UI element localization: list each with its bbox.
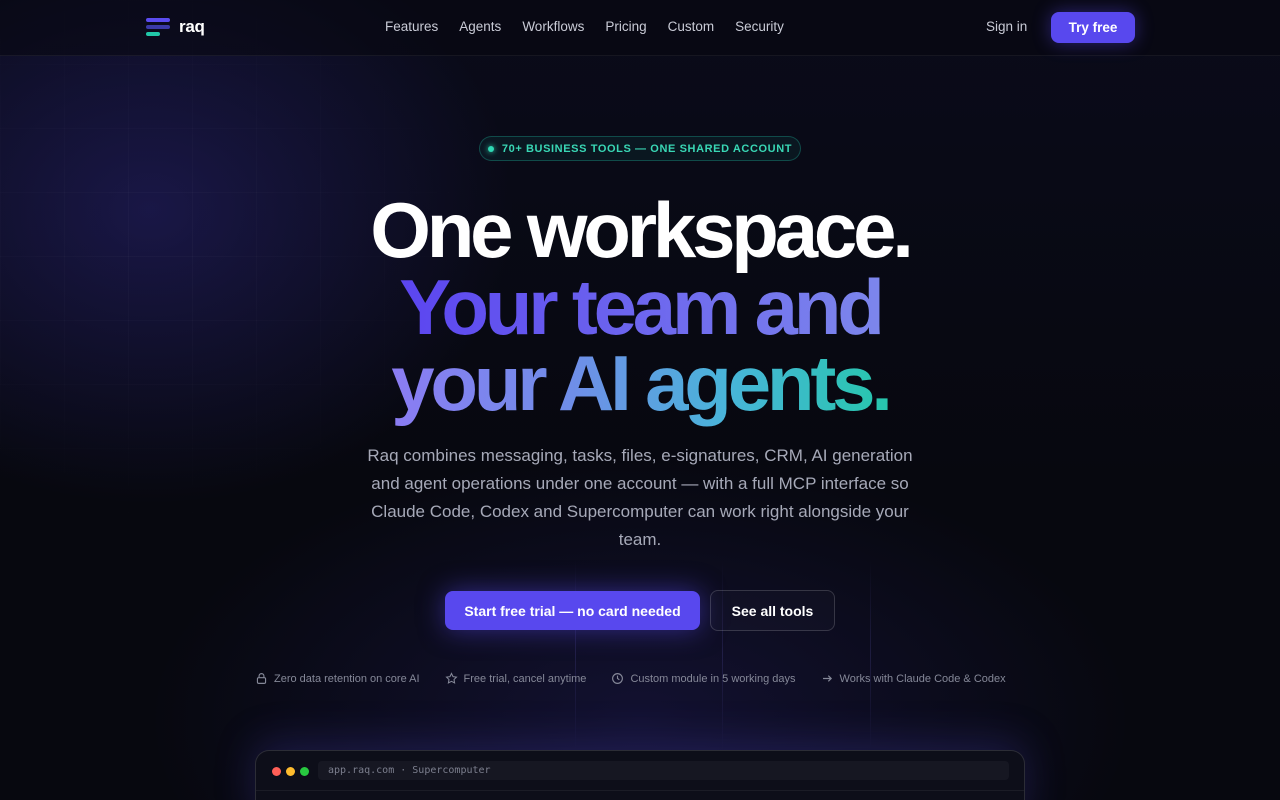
feature-label: Zero data retention on core AI [274,672,420,685]
feature-item: Custom module in 5 working days [611,672,796,685]
nav-link-security[interactable]: Security [735,19,784,34]
maximize-dot-icon [300,767,309,776]
hero-description: Raq combines messaging, tasks, files, e-… [367,446,913,549]
feature-item: Zero data retention on core AI [255,672,420,685]
nav-link-features[interactable]: Features [385,19,438,34]
feature-item: Works with Claude Code & Codex [821,672,1006,685]
headline-line-2: Your team and [0,268,1280,346]
feature-label: Works with Claude Code & Codex [839,672,1006,685]
minimize-dot-icon [286,767,295,776]
star-icon [444,672,458,684]
decor-line [722,560,723,750]
feature-list: Zero data retention on core AI Free tria… [255,672,1006,685]
try-free-button[interactable]: Try free [1051,12,1135,43]
feature-label: Custom module in 5 working days [630,672,796,685]
window-address-bar: app.raq.com · Supercomputer [318,761,1009,780]
headline-line-3: your AI agents. [0,344,1280,422]
see-all-tools-button[interactable]: See all tools [710,590,835,631]
clock-icon [612,673,624,684]
nav-link-agents[interactable]: Agents [459,19,501,34]
nav-link-custom[interactable]: Custom [668,19,715,34]
top-nav: raq Features Agents Workflows Pricing Cu… [0,0,1280,56]
headline-line-3-text: your AI agents. [391,339,889,427]
lock-icon [256,673,267,684]
sign-in-link[interactable]: Sign in [986,19,1027,34]
close-dot-icon [272,767,281,776]
headline-line-3-part-b: agents. [645,339,889,427]
start-trial-button[interactable]: Start free trial — no card needed [445,591,700,630]
brand-logo[interactable]: raq [146,17,205,37]
hero-badge: 70+ BUSINESS TOOLS — ONE SHARED ACCOUNT [479,136,801,161]
decor-line [575,560,576,750]
nav-link-pricing[interactable]: Pricing [605,19,646,34]
arrow-right-icon [822,675,832,682]
window-controls [272,767,309,776]
feature-item: Free trial, cancel anytime [444,672,587,685]
status-dot-icon [487,145,494,152]
brand-name: raq [179,17,205,36]
decor-line [870,560,871,750]
hero-badge-text: 70+ BUSINESS TOOLS — ONE SHARED ACCOUNT [501,142,793,155]
nav-links: Features Agents Workflows Pricing Custom… [385,19,784,34]
headline-line-3-part-a: your AI [391,339,628,427]
headline-line-2-text: Your team and [399,263,885,351]
app-preview-window: app.raq.com · Supercomputer [255,750,1025,800]
feature-label: Free trial, cancel anytime [463,672,587,685]
headline-line-1: One workspace. [370,186,914,274]
logo-icon [146,17,170,37]
window-divider [256,790,1024,791]
nav-link-workflows[interactable]: Workflows [522,19,584,34]
